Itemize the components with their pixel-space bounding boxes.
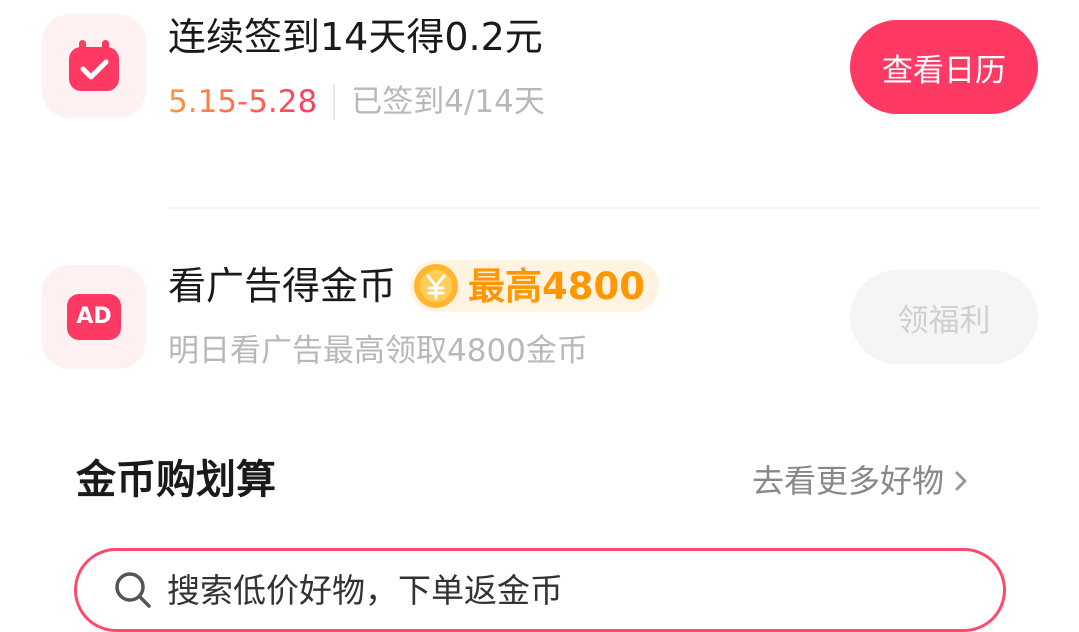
yuan-coin-icon [414, 264, 459, 308]
ad-task-title: 看广告得金币 [168, 264, 397, 308]
see-more-link[interactable]: 去看更多好物 [752, 465, 968, 497]
view-calendar-button[interactable]: 查看日历 [850, 20, 1038, 114]
date-range: 5.15-5.28 [168, 83, 318, 120]
signin-progress: 已签到4/14天 [351, 83, 545, 120]
calendar-tile [42, 14, 146, 118]
calendar-check-icon [69, 40, 119, 91]
section-divider [168, 207, 1038, 209]
max-reward-label: 最高4800 [468, 264, 645, 308]
product-search-box[interactable]: 搜索低价好物，下单返金币 [74, 548, 1006, 632]
search-icon [115, 572, 151, 608]
max-reward-badge: 最高4800 [410, 260, 659, 312]
ad-task-title-row: 看广告得金币 最高4800 [168, 260, 659, 312]
signin-task-meta: 5.15-5.28 已签到4/14天 [168, 84, 545, 120]
meta-separator [333, 84, 336, 120]
search-placeholder: 搜索低价好物，下单返金币 [167, 570, 563, 610]
ad-tile: AD [42, 265, 146, 369]
ad-icon: AD [67, 294, 121, 340]
see-more-label: 去看更多好物 [752, 462, 945, 500]
deals-section-title: 金币购划算 [76, 457, 276, 503]
claim-benefit-button[interactable]: 领福利 [850, 270, 1038, 364]
ad-icon-label: AD [76, 304, 112, 329]
ad-task-subtitle: 明日看广告最高领取4800金币 [168, 333, 588, 369]
signin-task-title: 连续签到14天得0.2元 [168, 15, 543, 59]
chevron-right-icon [955, 471, 967, 491]
